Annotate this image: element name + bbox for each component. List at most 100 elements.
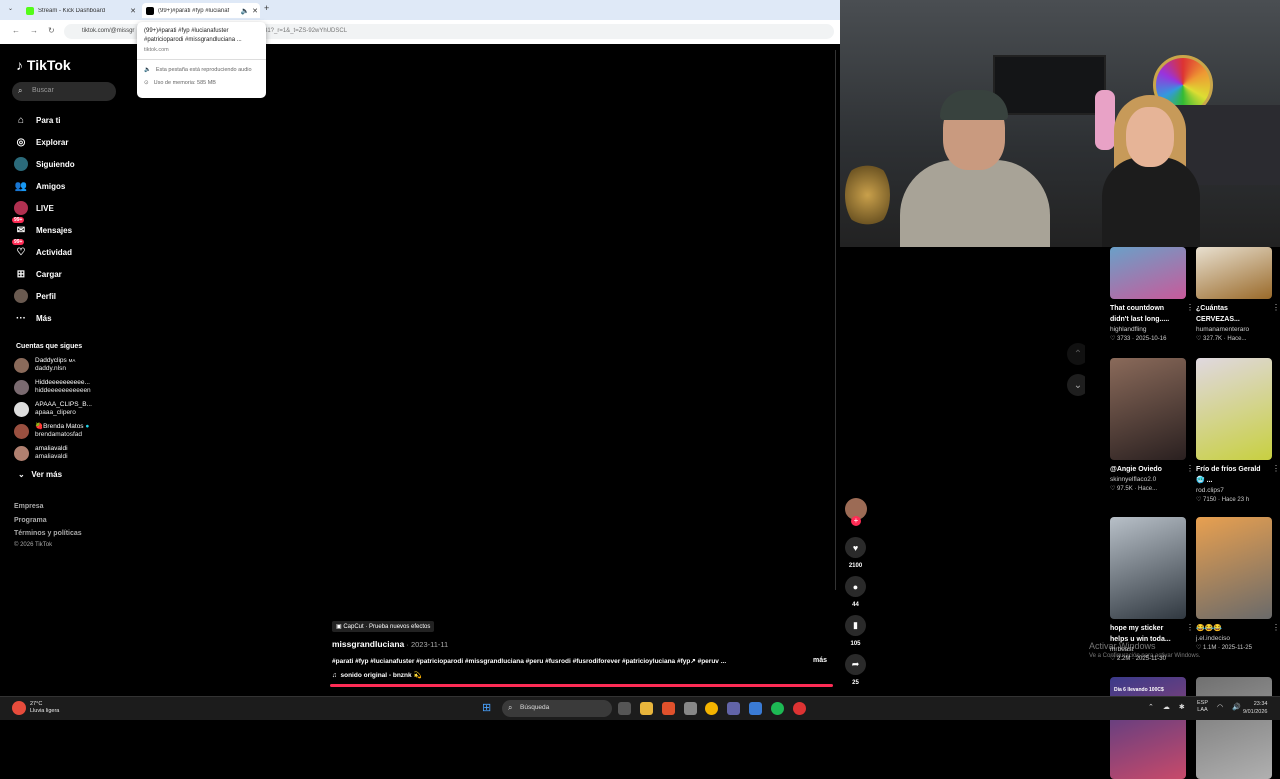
feed-card-meta: ♡ 7150 · Hace 23 h (1196, 497, 1250, 503)
feed-card-user[interactable]: j.el.indeciso (1196, 635, 1272, 642)
more-options-icon[interactable]: ⋮ (1186, 303, 1194, 312)
search-input[interactable]: ⌕ Buscar (12, 82, 116, 101)
new-tab-button[interactable]: + (264, 3, 269, 13)
file-explorer-icon[interactable] (640, 702, 653, 715)
capcut-badge[interactable]: ▣ CapCut · Prueba nuevos efectos (332, 621, 435, 632)
chevron-down-icon: ⌄ (1073, 379, 1083, 391)
follow-plus-icon[interactable]: + (851, 516, 861, 526)
forward-icon[interactable]: → (30, 26, 38, 35)
feed-card[interactable]: That countdown didn't last long..... ⋮ hig… (1110, 247, 1194, 342)
footer-link-terminos[interactable]: Términos y políticas (14, 530, 82, 537)
nav-actividad[interactable]: ♡ 99+ Actividad (12, 239, 72, 260)
save-button[interactable]: ▮ (845, 615, 866, 636)
back-icon[interactable]: ← (12, 26, 20, 35)
feed-card-user[interactable]: skinnyelflaco2.0 (1110, 476, 1186, 483)
see-more-button[interactable]: ⌄ Ver más (18, 470, 62, 479)
browser-toolbar: ← → ↻ tiktok.com/@missgr 31?_r=1&_t=ZS-9… (0, 20, 840, 44)
feed-thumbnail[interactable] (1196, 247, 1272, 299)
chrome-icon[interactable] (705, 702, 718, 715)
like-count: 2100 (848, 563, 863, 569)
system-tray[interactable]: ⌃ ☁ ✱ (1148, 703, 1185, 711)
feed-card-user[interactable]: highlandfling (1110, 326, 1186, 333)
weather-widget[interactable]: 27°C Lluvia ligera (12, 701, 59, 715)
spotify-icon[interactable] (771, 702, 784, 715)
tab-tiktok[interactable]: (99+)#parati #fyp #lucianaf 🔈 ✕ (142, 3, 260, 18)
app-icon[interactable] (793, 702, 806, 715)
share-button[interactable]: ➦ (845, 654, 866, 675)
taskbar-search[interactable]: ⌕ Búsqueda (502, 700, 612, 717)
activity-icon: ♡ 99+ (12, 239, 26, 258)
feed-thumbnail[interactable] (1110, 517, 1186, 619)
video-progress-bar[interactable] (330, 684, 833, 687)
app-icon[interactable] (684, 702, 697, 715)
network-volume[interactable]: ◠ 🔊 (1217, 703, 1241, 711)
nav-explorar[interactable]: ◎ Explorar (14, 134, 69, 150)
tab-search-icon[interactable]: ⌄ (8, 5, 13, 12)
nav-mas[interactable]: ··· Más (14, 310, 52, 326)
nav-cargar[interactable]: ⊞ Cargar (14, 266, 62, 282)
feed-card[interactable]: 😂😂😂 ⋮ j.el.indeciso ♡ 1.1M · 2025-11-25 (1196, 517, 1280, 651)
footer-link-empresa[interactable]: Empresa (14, 503, 44, 510)
nav-siguiendo[interactable]: Siguiendo (14, 156, 75, 172)
feed-thumbnail[interactable] (1110, 358, 1186, 460)
app-icon[interactable] (749, 702, 762, 715)
close-tab-icon[interactable]: ✕ (128, 7, 138, 15)
task-view-icon[interactable] (618, 702, 631, 715)
clock[interactable]: 23:34 9/01/2026 (1243, 700, 1267, 716)
feed-thumbnail[interactable] (1110, 247, 1186, 299)
tiktok-logo[interactable]: ♪ TikTok (16, 57, 71, 73)
comment-button[interactable]: ● (845, 576, 866, 597)
more-options-icon[interactable]: ⋮ (1272, 623, 1280, 632)
feed-thumbnail[interactable] (1196, 358, 1272, 460)
video-player[interactable]: ▣ CapCut · Prueba nuevos efectos missgra… (130, 44, 836, 694)
speaker-icon[interactable]: 🔈 (240, 7, 250, 15)
footer-link-programa[interactable]: Programa (14, 517, 47, 524)
feed-card[interactable]: Frío de fríos Gerald 🥶 ... ⋮ rod.clips7 ♡ 7… (1196, 358, 1280, 503)
caption-more-button[interactable]: más (813, 657, 827, 664)
more-options-icon[interactable]: ⋮ (1272, 464, 1280, 473)
feed-card-user[interactable]: humanamenteraro (1196, 326, 1272, 333)
feed-card[interactable]: Día 6 llevando 100C$ (1110, 677, 1186, 779)
brave-icon[interactable] (662, 702, 675, 715)
avatar (14, 357, 29, 373)
comment-count: 44 (852, 602, 859, 608)
feed-card[interactable] (1196, 677, 1272, 779)
more-options-icon[interactable]: ⋮ (1272, 303, 1280, 312)
following-title: Cuentas que sigues (16, 343, 83, 350)
feed-thumbnail[interactable]: Día 6 llevando 100C$ (1110, 677, 1186, 779)
feed-card[interactable]: @Angie Oviedo ⋮ skinnyelflaco2.0 ♡ 97.5K · … (1110, 358, 1194, 492)
windows-activation-title: Activar Windows (1089, 641, 1156, 651)
hovercard-domain: tiktok.com (144, 47, 169, 53)
more-options-icon[interactable]: ⋮ (1186, 623, 1194, 632)
close-tab-icon[interactable]: ✕ (250, 7, 260, 15)
feed-thumbnail[interactable] (1196, 517, 1272, 619)
nav-mensajes[interactable]: ✉ 99+ Mensajes (12, 217, 72, 238)
following-account[interactable]: Daddyclips MA daddy.nlsn (14, 357, 75, 373)
nav-amigos[interactable]: 👥 Amigos (14, 178, 66, 194)
following-account[interactable]: Hiddeeeeeeeeee... hiddeeeeeeeeeeen (14, 379, 91, 395)
compass-icon: ◎ (16, 136, 26, 148)
teams-icon[interactable] (727, 702, 740, 715)
video-caption[interactable]: #parati #fyp #lucianafuster #patriciopar… (332, 657, 772, 665)
nav-live[interactable]: LIVE (14, 200, 54, 216)
windows-taskbar: 27°C Lluvia ligera ⊞ ⌕ Búsqueda ⌃ ☁ ✱ ESP LA… (0, 696, 1280, 720)
nav-para-ti[interactable]: ⌂ Para ti (14, 112, 61, 128)
like-button[interactable]: ♥ (845, 537, 866, 558)
video-sound[interactable]: ♫ sonido original - bnznk 💫 (332, 671, 422, 679)
tab-kick-dashboard[interactable]: Stream - Kick Dashboard ✕ (26, 3, 138, 18)
following-account[interactable]: APAAA_CLIPS_B... apaaa_clipero (14, 401, 92, 417)
feed-card-user[interactable]: rod.clips7 (1196, 487, 1272, 494)
following-account[interactable]: amaliavaldi amaliavaldi (14, 445, 68, 461)
feed-thumbnail[interactable] (1196, 677, 1272, 779)
home-icon: ⌂ (17, 114, 25, 126)
reload-icon[interactable]: ↻ (48, 26, 55, 35)
more-options-icon[interactable]: ⋮ (1186, 464, 1194, 473)
language-indicator[interactable]: ESP LAA (1197, 700, 1208, 714)
following-account[interactable]: 🍓Brenda Matos ● brendamatosfad (14, 423, 89, 439)
nav-perfil[interactable]: Perfil (14, 288, 56, 304)
feed-card-title: ¿Cuántas CERVEZAS... (1196, 305, 1240, 323)
friends-icon: 👥 (14, 180, 28, 192)
video-author[interactable]: missgrandluciana · 2023-11-11 (332, 639, 448, 649)
windows-start-icon[interactable]: ⊞ (482, 701, 491, 714)
feed-card[interactable]: ¿Cuántas CERVEZAS... ⋮ humanamenteraro ♡ 32… (1196, 247, 1280, 342)
